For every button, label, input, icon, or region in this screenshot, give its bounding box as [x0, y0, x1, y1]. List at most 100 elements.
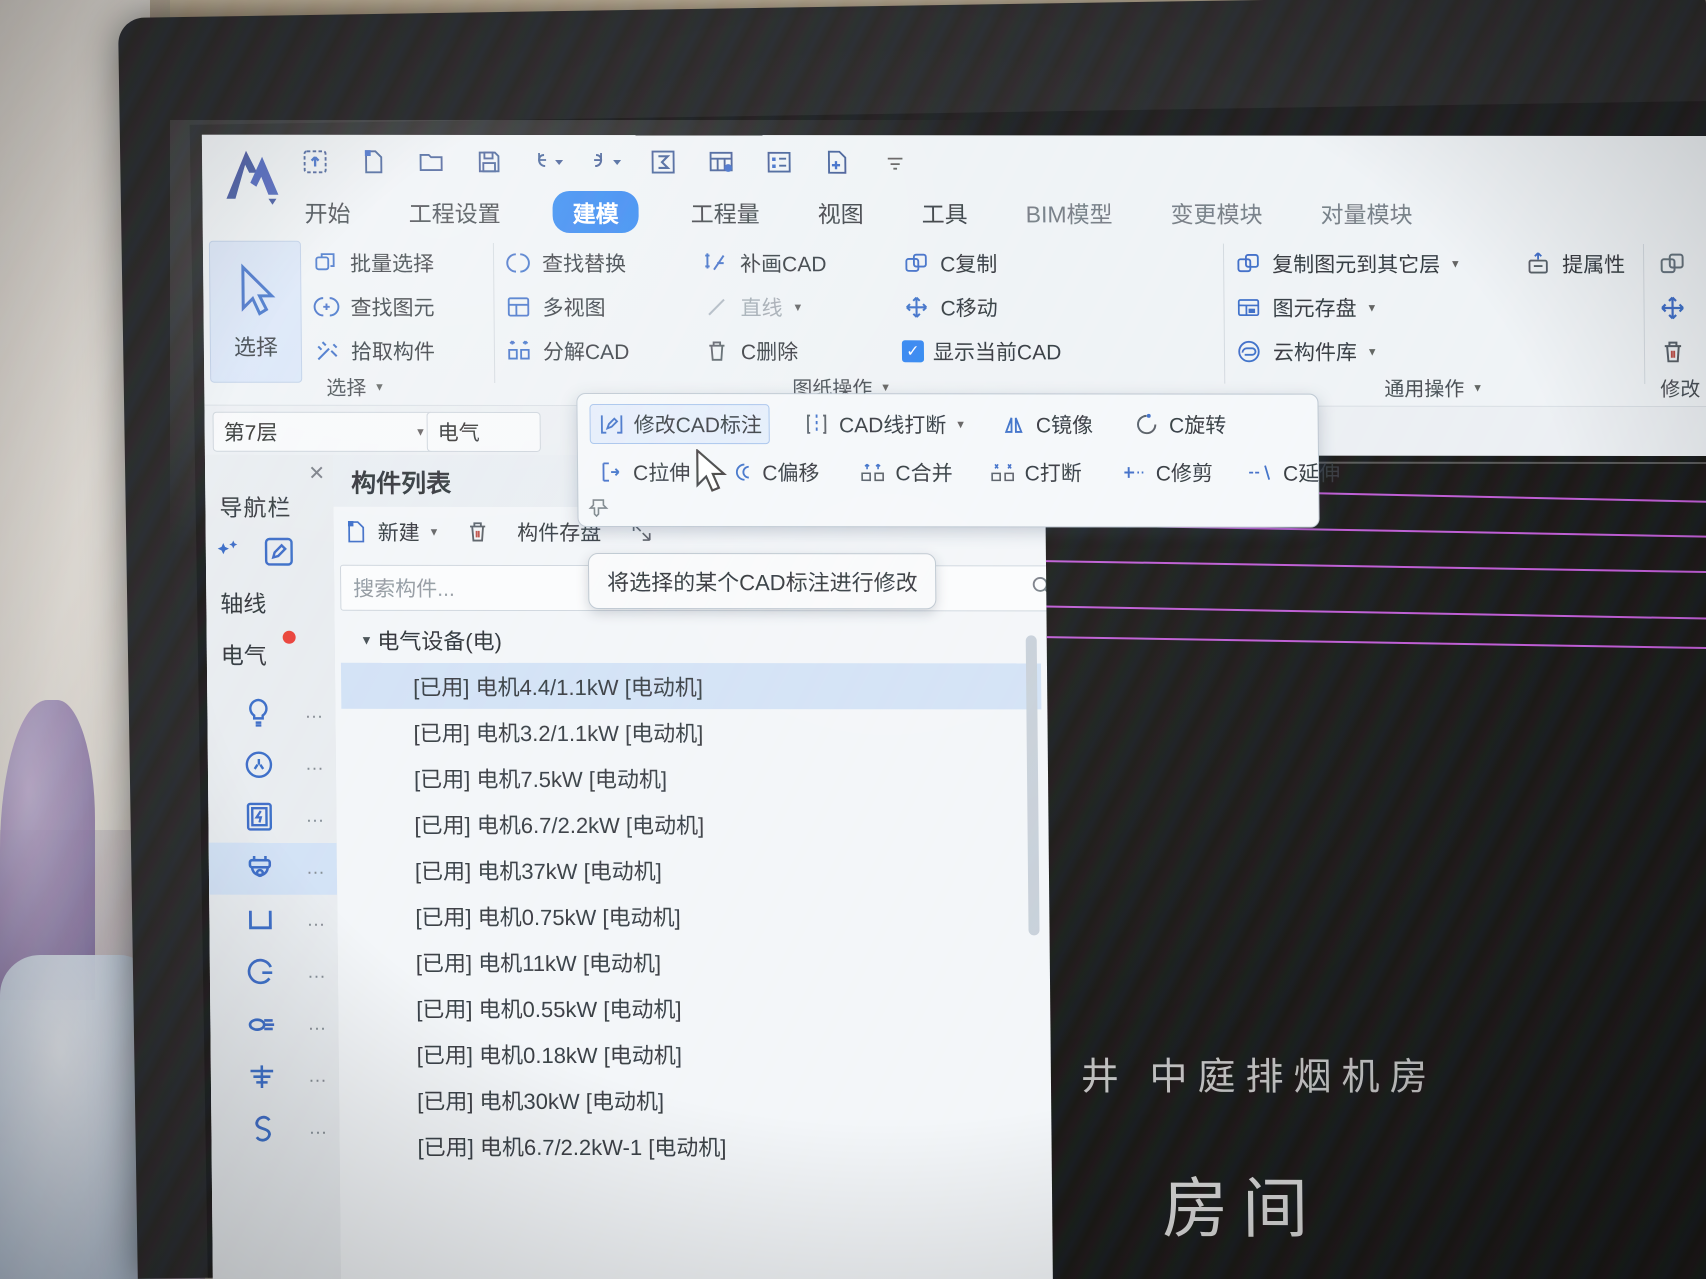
nav-item-distribution-box[interactable]: … — [208, 791, 337, 843]
chevron-down-icon: ▾ — [376, 378, 383, 394]
ribbon-item-find-replace[interactable]: 查找替换 — [503, 241, 629, 285]
nav-item-bridge[interactable]: … — [211, 1051, 340, 1103]
properties-icon[interactable] — [762, 145, 796, 179]
flyout-item-label: C修剪 — [1155, 462, 1214, 486]
tree-group-electrical-equipment[interactable]: ▾ 电气设备(电) — [340, 617, 1040, 664]
ribbon-item-batch-select[interactable]: 批量选择 — [311, 241, 434, 285]
nav-item-more[interactable]: … — [305, 806, 326, 828]
ribbon-item-multi-view[interactable]: 多视图 — [503, 285, 629, 329]
ribbon-item-show-current-cad[interactable]: ✓ 显示当前CAD — [901, 329, 1062, 373]
flyout-item-label: C拉伸 — [633, 462, 691, 486]
list-item[interactable]: [已用] 电机4.4/1.1kW [电动机] — [340, 662, 1042, 710]
nav-item-lamp[interactable]: … — [207, 687, 336, 739]
flyout-item-crotate[interactable]: C旋转 — [1126, 405, 1234, 443]
add-page-icon[interactable] — [820, 145, 854, 179]
flyout-item-cmirror[interactable]: C镜像 — [993, 405, 1101, 443]
nav-item-more[interactable]: … — [307, 1014, 328, 1036]
tab-modeling[interactable]: 建模 — [552, 191, 639, 234]
ribbon-item-save-element[interactable]: 图元存盘 ▾ — [1233, 286, 1459, 330]
more-icon[interactable] — [878, 145, 912, 179]
nav-item-more[interactable]: … — [306, 858, 327, 880]
list-item[interactable]: [已用] 电机3.2/1.1kW [电动机] — [341, 709, 1041, 756]
nav-item-socket[interactable]: … — [208, 739, 337, 791]
magic-select-icon[interactable] — [216, 537, 246, 571]
new-file-icon[interactable] — [356, 145, 390, 179]
ribbon-item-find-element[interactable]: 查找图元 — [311, 285, 435, 329]
ribbon-item-explode-cad[interactable]: 分解CAD — [504, 329, 630, 373]
edit-pencil-icon[interactable] — [262, 535, 296, 573]
list-item[interactable]: [已用] 电机0.18kW [电动机] — [344, 1031, 1044, 1078]
flyout-item-modify-cad-dimension[interactable]: 修改CAD标注 — [589, 404, 771, 445]
undo-icon[interactable] — [530, 145, 564, 179]
nav-item-more[interactable]: … — [304, 702, 325, 724]
new-doc-icon — [342, 518, 370, 546]
ribbon-group-label-select[interactable]: 选择 ▾ — [326, 372, 383, 401]
tab-change-module[interactable]: 变更模块 — [1164, 193, 1268, 233]
ribbon-group-label-modify[interactable]: 修改 ▾ — [1660, 373, 1706, 402]
ribbon-item-ccopy[interactable]: C复制 — [901, 241, 1061, 285]
ribbon-item-modify-copy[interactable] — [1657, 242, 1687, 286]
nav-item-more[interactable]: … — [308, 1066, 329, 1088]
flyout-item-cextend[interactable]: C延伸 — [1240, 454, 1348, 492]
delete-component-button[interactable] — [463, 518, 491, 546]
ribbon-item-modify-delete[interactable] — [1658, 330, 1688, 374]
nav-item-more[interactable]: … — [306, 910, 327, 932]
list-item[interactable]: [已用] 电机37kW [电动机] — [343, 847, 1043, 894]
ribbon-item-modify-move[interactable] — [1657, 286, 1687, 330]
cad-canvas[interactable]: 井 中庭排烟机房 房间 — [1044, 455, 1706, 1279]
ribbon-item-extract-property[interactable]: 提属性 — [1523, 242, 1625, 286]
flyout-item-cbreak[interactable]: C打断 — [981, 453, 1089, 491]
nav-section-electrical[interactable]: 电气 — [221, 630, 296, 671]
flyout-item-cmerge[interactable]: C合并 — [852, 453, 960, 491]
close-icon[interactable]: ✕ — [308, 461, 325, 486]
ribbon-item-draw-cad[interactable]: 补画CAD — [701, 241, 827, 285]
flyout-item-cstretch[interactable]: C拉伸 — [590, 453, 698, 491]
select-tool-button[interactable]: 选择 — [208, 240, 303, 383]
list-item[interactable]: [已用] 电机6.7/2.2kW [电动机] — [342, 801, 1042, 848]
sum-icon[interactable] — [646, 145, 680, 179]
list-item[interactable]: [已用] 电机0.55kW [电动机] — [344, 985, 1044, 1032]
ribbon-item-cloud-library[interactable]: 云构件库 ▾ — [1234, 330, 1460, 374]
upload-icon[interactable] — [298, 145, 332, 179]
tab-start[interactable]: 开始 — [298, 192, 356, 232]
tab-project-settings[interactable]: 工程设置 — [402, 192, 506, 232]
list-item[interactable]: [已用] 电机7.5kW [电动机] — [342, 755, 1042, 802]
ribbon-item-pick-component[interactable]: 拾取构件 — [312, 329, 435, 373]
ribbon-item-cmove[interactable]: C移动 — [901, 285, 1061, 329]
flyout-item-coffset[interactable]: C偏移 — [719, 453, 827, 491]
nav-item-cable-tray[interactable]: … — [209, 895, 338, 947]
list-item[interactable]: [已用] 电机0.75kW [电动机] — [343, 893, 1043, 940]
new-component-button[interactable]: 新建 ▾ — [342, 517, 438, 547]
tab-measure-module[interactable]: 对量模块 — [1314, 193, 1418, 233]
nav-item-electrical-equipment[interactable]: … — [208, 842, 338, 895]
nav-item-conduit[interactable]: … — [210, 947, 339, 999]
list-item[interactable]: [已用] 电机11kW [电动机] — [344, 939, 1044, 986]
list-item[interactable]: [已用] 电机6.7/2.2kW-1 [电动机] — [345, 1123, 1045, 1170]
list-item[interactable]: [已用] 电机30kW [电动机] — [345, 1077, 1045, 1124]
tab-tools[interactable]: 工具 — [915, 192, 973, 232]
tab-bim-model[interactable]: BIM模型 — [1019, 192, 1118, 232]
nav-section-axis[interactable]: 轴线 — [220, 585, 266, 619]
tab-quantity[interactable]: 工程量 — [684, 192, 765, 232]
redo-icon[interactable] — [588, 145, 622, 179]
nav-item-more[interactable]: … — [305, 754, 326, 776]
ribbon-item-cdelete[interactable]: C删除 — [702, 329, 828, 373]
tab-view[interactable]: 视图 — [811, 192, 869, 232]
checkbox-checked-icon[interactable]: ✓ — [901, 340, 925, 363]
nav-item-wiring[interactable]: … — [210, 999, 339, 1051]
cloud-library-icon — [1234, 337, 1264, 367]
nav-item-more[interactable]: … — [308, 1118, 329, 1140]
nav-item-line-s[interactable]: … — [211, 1103, 340, 1155]
save-icon[interactable] — [472, 145, 506, 179]
ribbon-group-label-common[interactable]: 通用操作 ▾ — [1384, 373, 1481, 402]
discipline-selector[interactable]: 电气 — [426, 411, 541, 452]
floor-selector[interactable]: 第7层 ▾ — [212, 411, 435, 452]
table-icon[interactable] — [704, 145, 738, 179]
ribbon-item-line[interactable]: 直线 ▾ — [701, 285, 827, 329]
flyout-item-cad-line-break[interactable]: CAD线打断 ▾ — [796, 405, 971, 443]
nav-item-more[interactable]: … — [307, 962, 328, 984]
ribbon-item-copy-to-layer[interactable]: 复制图元到其它层 ▾ — [1233, 242, 1459, 286]
pin-icon[interactable] — [586, 496, 610, 524]
open-folder-icon[interactable] — [414, 145, 448, 179]
flyout-item-ctrim[interactable]: C修剪 — [1113, 453, 1221, 491]
